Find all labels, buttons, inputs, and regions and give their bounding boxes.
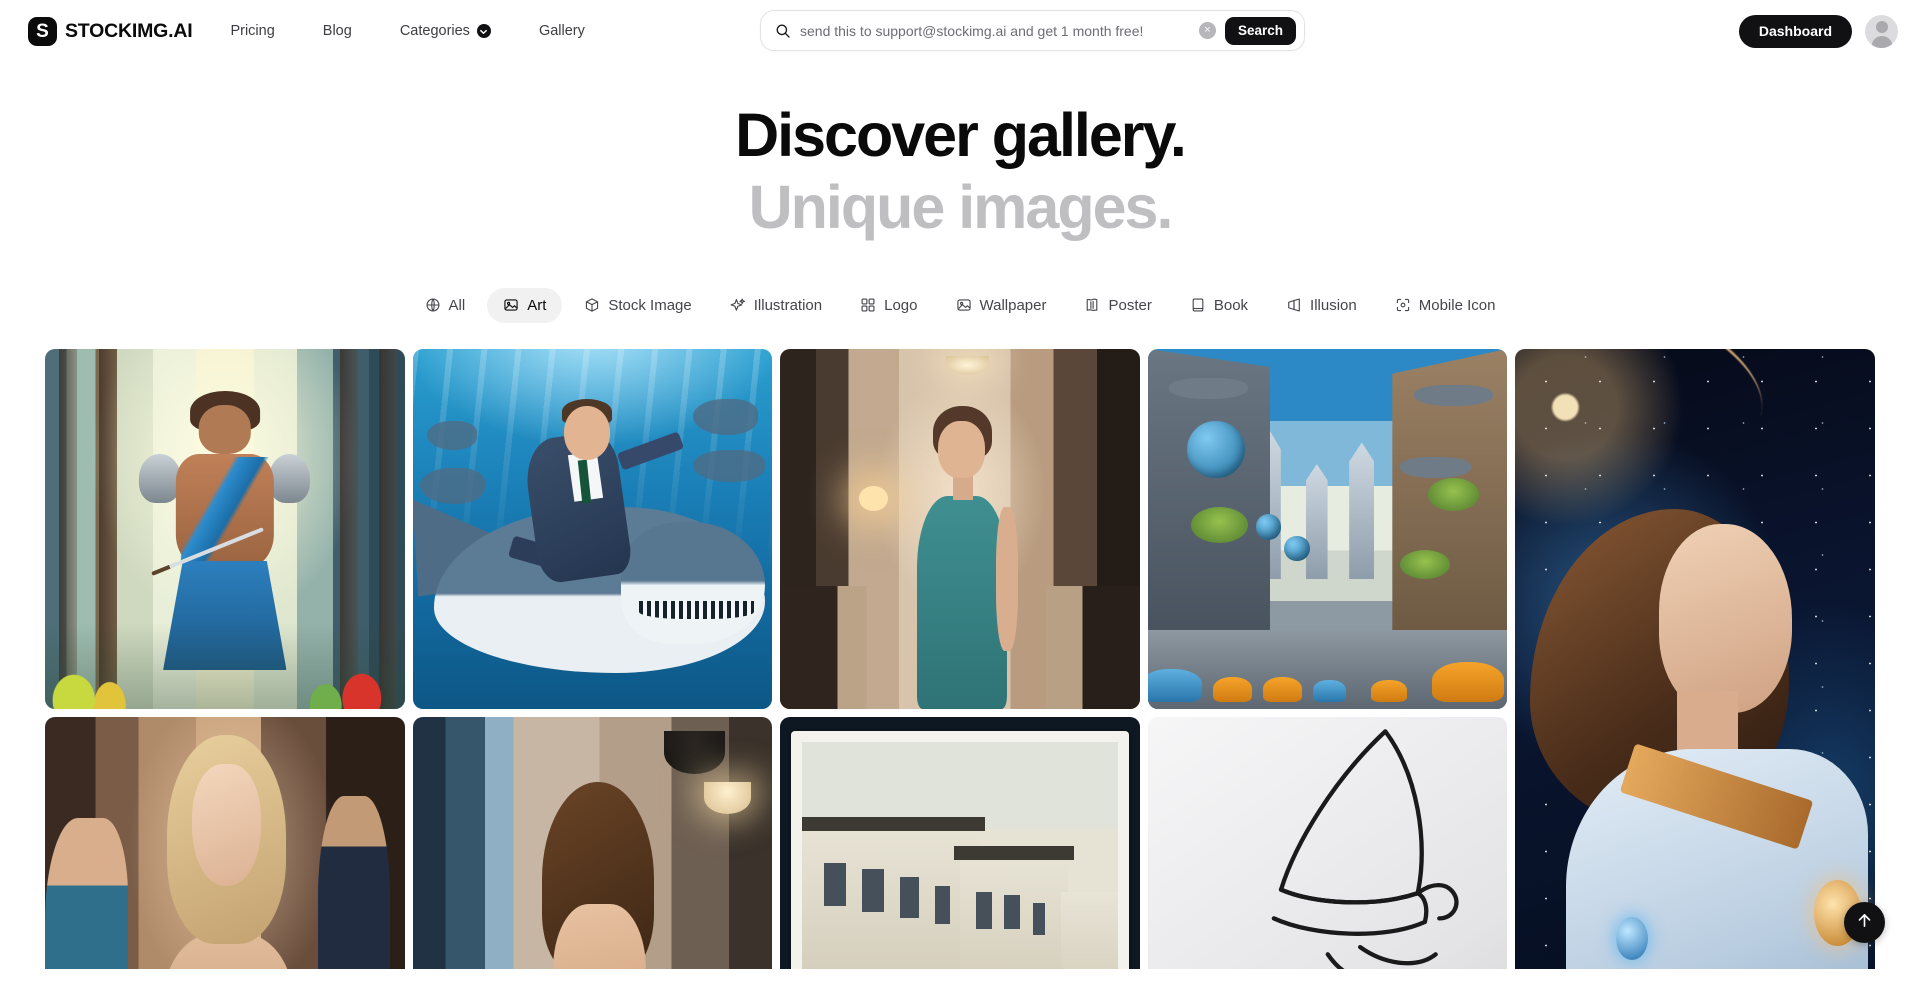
cube-icon bbox=[1286, 297, 1302, 313]
tab-label: Stock Image bbox=[608, 296, 692, 314]
tab-all[interactable]: All bbox=[409, 288, 482, 323]
artwork-image bbox=[1515, 348, 1875, 969]
gallery-item-gala-blonde-woman[interactable] bbox=[45, 716, 405, 969]
avatar[interactable] bbox=[1865, 14, 1898, 48]
tab-label: Poster bbox=[1108, 296, 1152, 314]
image-gallery-grid bbox=[0, 348, 1920, 969]
tab-wallpaper[interactable]: Wallpaper bbox=[940, 288, 1063, 323]
artwork-image bbox=[412, 348, 773, 709]
artwork-image bbox=[45, 716, 405, 969]
artwork-image bbox=[780, 348, 1140, 709]
tab-label: Mobile Icon bbox=[1418, 296, 1496, 314]
nav-label: Pricing bbox=[230, 23, 275, 39]
nav-label: Categories bbox=[399, 23, 470, 39]
gallery-item-man-in-office[interactable] bbox=[412, 716, 773, 969]
clear-search-icon[interactable]: × bbox=[1198, 22, 1216, 39]
nav-item-pricing[interactable]: Pricing bbox=[230, 15, 274, 47]
tab-label: Logo bbox=[884, 296, 918, 314]
tab-book[interactable]: Book bbox=[1174, 288, 1264, 323]
artwork-image bbox=[780, 716, 1140, 969]
artwork-image bbox=[1147, 348, 1508, 709]
grid-icon bbox=[860, 297, 876, 313]
sparkle-icon bbox=[730, 297, 746, 313]
gallery-item-vintage-polaroid-building[interactable] bbox=[780, 716, 1140, 969]
search-input[interactable] bbox=[800, 22, 1199, 39]
nav-item-categories[interactable]: Categories bbox=[400, 15, 491, 47]
gallery-item-man-riding-whale[interactable] bbox=[412, 348, 773, 709]
tab-stock-image[interactable]: Stock Image bbox=[568, 288, 707, 323]
brand-name: STOCKIMG.AI bbox=[65, 19, 193, 42]
chevron-down-icon bbox=[476, 24, 491, 38]
dashboard-button[interactable]: Dashboard bbox=[1738, 14, 1852, 48]
artwork-image bbox=[1147, 716, 1508, 969]
tab-label: Illusion bbox=[1310, 296, 1357, 314]
search-button[interactable]: Search bbox=[1224, 16, 1296, 45]
tab-label: Wallpaper bbox=[979, 296, 1047, 314]
gallery-item-warrior-forest-watercolor[interactable] bbox=[45, 348, 405, 709]
gallery-item-woman-in-kitchen[interactable] bbox=[780, 348, 1140, 709]
book-icon bbox=[1190, 297, 1206, 313]
header-actions: Dashboard bbox=[1738, 0, 1898, 62]
nav-item-gallery[interactable]: Gallery bbox=[539, 15, 585, 47]
tab-poster[interactable]: Poster bbox=[1068, 288, 1167, 323]
box-icon bbox=[584, 297, 600, 313]
nav-label: Gallery bbox=[538, 23, 585, 39]
category-filter-tabs: All Art Stock Image Illustration Logo Wa… bbox=[0, 287, 1920, 323]
gallery-item-futuristic-city-street[interactable] bbox=[1147, 348, 1508, 709]
map-icon bbox=[1084, 297, 1100, 313]
hero-section: Discover gallery. Unique images. bbox=[0, 62, 1920, 241]
tab-logo[interactable]: Logo bbox=[844, 288, 933, 323]
tab-label: Art bbox=[527, 296, 547, 314]
stockimg-logo-icon: S bbox=[28, 16, 57, 46]
tab-illusion[interactable]: Illusion bbox=[1270, 288, 1373, 323]
tab-art[interactable]: Art bbox=[487, 287, 563, 323]
site-header: S STOCKIMG.AI Pricing Blog Categories Ga… bbox=[0, 0, 1920, 62]
artwork-image bbox=[412, 716, 773, 969]
nav-label: Blog bbox=[322, 23, 352, 39]
tab-illustration[interactable]: Illustration bbox=[714, 288, 838, 323]
tab-label: All bbox=[448, 296, 466, 314]
image-icon bbox=[956, 297, 972, 313]
gallery-item-line-drawing-hat[interactable] bbox=[1147, 716, 1508, 969]
brand-logo[interactable]: S STOCKIMG.AI bbox=[28, 16, 193, 46]
page-title: Discover gallery. bbox=[735, 101, 1187, 169]
main-nav: Pricing Blog Categories Gallery bbox=[230, 15, 632, 47]
globe-icon bbox=[425, 297, 441, 313]
gallery-item-cosmic-woman-portrait[interactable] bbox=[1515, 348, 1875, 969]
page-subtitle: Unique images. bbox=[748, 173, 1174, 241]
nav-item-blog[interactable]: Blog bbox=[323, 15, 352, 47]
focus-icon bbox=[1395, 297, 1411, 313]
tab-mobile-icon[interactable]: Mobile Icon bbox=[1379, 288, 1512, 323]
tab-label: Book bbox=[1213, 296, 1249, 314]
artwork-image bbox=[45, 348, 405, 709]
search-bar[interactable]: × Search bbox=[760, 10, 1305, 51]
arrow-up-icon bbox=[1855, 911, 1874, 935]
search-icon bbox=[775, 23, 791, 39]
tab-label: Illustration bbox=[753, 296, 823, 314]
scroll-to-top-button[interactable] bbox=[1844, 902, 1885, 943]
image-icon bbox=[503, 297, 519, 313]
